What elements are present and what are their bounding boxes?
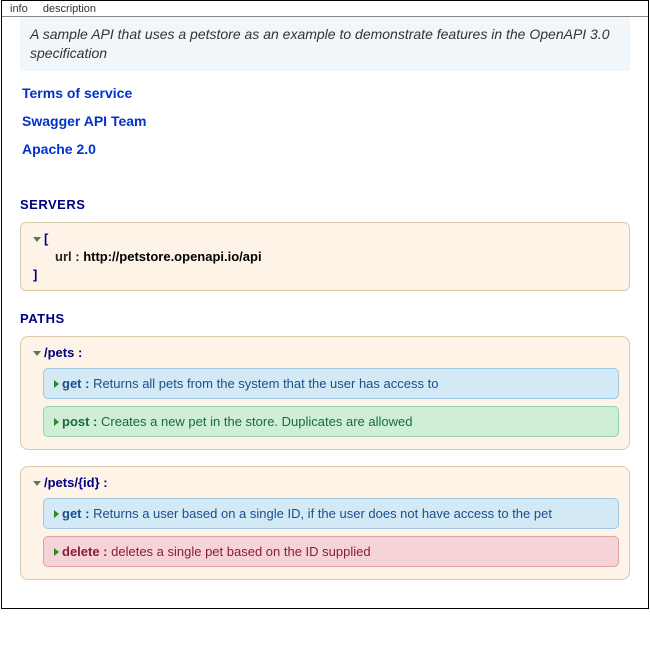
server-entry: url : http://petstore.openapi.io/api bbox=[33, 249, 619, 264]
expand-icon[interactable] bbox=[33, 481, 41, 486]
path-title[interactable]: /pets : bbox=[31, 345, 619, 360]
operation-summary: Creates a new pet in the store. Duplicat… bbox=[101, 414, 412, 429]
api-description: A sample API that uses a petstore as an … bbox=[20, 17, 630, 71]
path-name: /pets : bbox=[44, 345, 82, 360]
expand-icon[interactable] bbox=[33, 351, 41, 356]
expand-icon[interactable] bbox=[54, 548, 59, 556]
expand-icon[interactable] bbox=[33, 237, 41, 242]
operation-post[interactable]: post : Creates a new pet in the store. D… bbox=[43, 406, 619, 437]
path-name: /pets/{id} : bbox=[44, 475, 108, 490]
operation-delete[interactable]: delete : deletes a single pet based on t… bbox=[43, 536, 619, 567]
servers-box: [ url : http://petstore.openapi.io/api ] bbox=[20, 222, 630, 291]
operation-method: get : bbox=[62, 376, 93, 391]
path-box: /pets : get : Returns all pets from the s… bbox=[20, 336, 630, 450]
tab-info[interactable]: info bbox=[10, 3, 28, 15]
info-links: Terms of service Swagger API Team Apache… bbox=[20, 71, 630, 177]
paths-container: /pets : get : Returns all pets from the s… bbox=[20, 336, 630, 580]
operation-get[interactable]: get : Returns all pets from the system t… bbox=[43, 368, 619, 399]
tab-bar: info description bbox=[2, 1, 648, 17]
servers-header: SERVERS bbox=[20, 197, 630, 212]
path-box: /pets/{id} : get : Returns a user based o… bbox=[20, 466, 630, 580]
license-link[interactable]: Apache 2.0 bbox=[22, 141, 628, 157]
operation-summary: Returns all pets from the system that th… bbox=[93, 376, 438, 391]
operation-summary: deletes a single pet based on the ID sup… bbox=[111, 544, 370, 559]
expand-icon[interactable] bbox=[54, 418, 59, 426]
url-value: http://petstore.openapi.io/api bbox=[83, 249, 261, 264]
path-title[interactable]: /pets/{id} : bbox=[31, 475, 619, 490]
terms-of-service-link[interactable]: Terms of service bbox=[22, 85, 628, 101]
paths-header: PATHS bbox=[20, 311, 630, 326]
content-area: A sample API that uses a petstore as an … bbox=[2, 17, 648, 580]
url-key: url : bbox=[55, 249, 80, 264]
expand-icon[interactable] bbox=[54, 510, 59, 518]
bracket-close: ] bbox=[33, 267, 37, 282]
expand-icon[interactable] bbox=[54, 380, 59, 388]
operation-method: delete : bbox=[62, 544, 111, 559]
bracket-open: [ bbox=[44, 231, 48, 246]
operation-method: post : bbox=[62, 414, 101, 429]
operation-method: get : bbox=[62, 506, 93, 521]
app-frame: info description A sample API that uses … bbox=[1, 0, 649, 609]
contact-link[interactable]: Swagger API Team bbox=[22, 113, 628, 129]
operation-get[interactable]: get : Returns a user based on a single I… bbox=[43, 498, 619, 529]
tab-description[interactable]: description bbox=[43, 3, 96, 15]
operation-summary: Returns a user based on a single ID, if … bbox=[93, 506, 552, 521]
